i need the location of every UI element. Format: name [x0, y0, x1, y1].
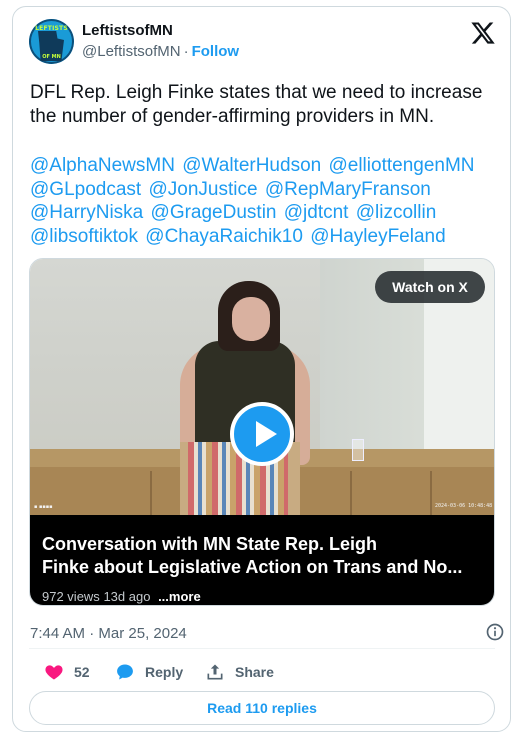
- video-title-line2: Finke about Legislative Action on Trans …: [42, 557, 463, 577]
- video-meta: 972 views 13d ago ...more: [42, 589, 201, 604]
- tweet-card: LEFTISTS OF MN LeftistsofMN @LeftistsofM…: [12, 6, 511, 732]
- share-button[interactable]: Share: [205, 660, 274, 684]
- tweet-mentions: @AlphaNewsMN @WalterHudson @elliottengen…: [30, 154, 505, 248]
- post-timestamp[interactable]: 7:44 AM · Mar 25, 2024: [30, 625, 187, 642]
- action-bar: 52 Reply Share: [30, 660, 490, 684]
- author-handle[interactable]: @LeftistsofMN: [82, 43, 181, 60]
- divider: [29, 648, 495, 649]
- info-icon[interactable]: [485, 622, 505, 642]
- video-thumbnail[interactable]: ▪ ▪▪▪▪ 2024-03-06 10:48:48 Watch on X: [30, 259, 494, 515]
- speech-bubble-icon: [117, 664, 133, 680]
- read-replies-button[interactable]: Read 110 replies: [29, 691, 495, 725]
- author-handle-row: @LeftistsofMN · Follow: [82, 43, 239, 60]
- follow-button[interactable]: Follow: [192, 43, 240, 60]
- cabinet-door-line: [150, 471, 152, 515]
- video-timestamp-overlay: 2024-03-06 10:48:48: [435, 503, 493, 509]
- play-button[interactable]: [230, 402, 294, 466]
- mention-link[interactable]: @lizcollin: [356, 202, 437, 223]
- play-icon: [256, 421, 277, 447]
- cabinet-door-line: [350, 471, 352, 515]
- mention-link[interactable]: @AlphaNewsMN: [30, 155, 175, 176]
- reply-button[interactable]: Reply: [115, 660, 183, 684]
- mention-link[interactable]: @JonJustice: [148, 179, 257, 200]
- share-label: Share: [235, 664, 274, 680]
- mention-link[interactable]: @jdtcnt: [284, 202, 349, 223]
- x-logo-icon[interactable]: [470, 20, 496, 46]
- video-caption[interactable]: Conversation with MN State Rep. Leigh Fi…: [30, 515, 494, 605]
- mention-link[interactable]: @WalterHudson: [182, 155, 321, 176]
- share-upload-icon: [207, 664, 223, 680]
- video-views: 972 views: [42, 589, 100, 604]
- posted-separator: ·: [89, 625, 95, 642]
- mention-link[interactable]: @GLpodcast: [30, 179, 141, 200]
- mention-link[interactable]: @RepMaryFranson: [265, 179, 431, 200]
- video-title-line1: Conversation with MN State Rep. Leigh: [42, 534, 378, 554]
- video-age: 13d ago: [103, 589, 151, 604]
- camera-label-overlay: ▪ ▪▪▪▪: [34, 504, 53, 510]
- tweet-text: DFL Rep. Leigh Finke states that we need…: [30, 82, 483, 127]
- like-button[interactable]: 52: [44, 660, 90, 684]
- watch-on-x-button[interactable]: Watch on X: [375, 271, 485, 303]
- mention-link[interactable]: @GrageDustin: [151, 202, 277, 223]
- video-card[interactable]: ▪ ▪▪▪▪ 2024-03-06 10:48:48 Watch on X Co…: [29, 258, 495, 606]
- video-title: Conversation with MN State Rep. Leigh Fi…: [42, 533, 486, 579]
- posted-date: Mar 25, 2024: [98, 625, 187, 642]
- cabinet-door-line: [430, 471, 432, 515]
- handle-separator: ·: [183, 43, 189, 60]
- mention-link[interactable]: @libsoftiktok: [30, 226, 138, 247]
- posted-time: 7:44 AM: [30, 625, 86, 642]
- water-glass: [352, 439, 364, 461]
- mention-link[interactable]: @HayleyFeland: [310, 226, 445, 247]
- mention-link[interactable]: @ChayaRaichik10: [145, 226, 303, 247]
- more-link[interactable]: ...more: [158, 589, 201, 604]
- avatar[interactable]: LEFTISTS OF MN: [29, 19, 74, 64]
- heart-icon: [45, 665, 63, 680]
- author-display-name[interactable]: LeftistsofMN: [82, 22, 173, 39]
- mention-link[interactable]: @HarryNiska: [30, 202, 143, 223]
- like-count: 52: [74, 664, 90, 680]
- speaker-face: [232, 297, 270, 341]
- avatar-logo-text-bottom: OF MN: [42, 54, 61, 60]
- mention-link[interactable]: @elliottengenMN: [328, 155, 474, 176]
- reply-label: Reply: [145, 664, 184, 680]
- avatar-logo-text-top: LEFTISTS: [35, 25, 68, 32]
